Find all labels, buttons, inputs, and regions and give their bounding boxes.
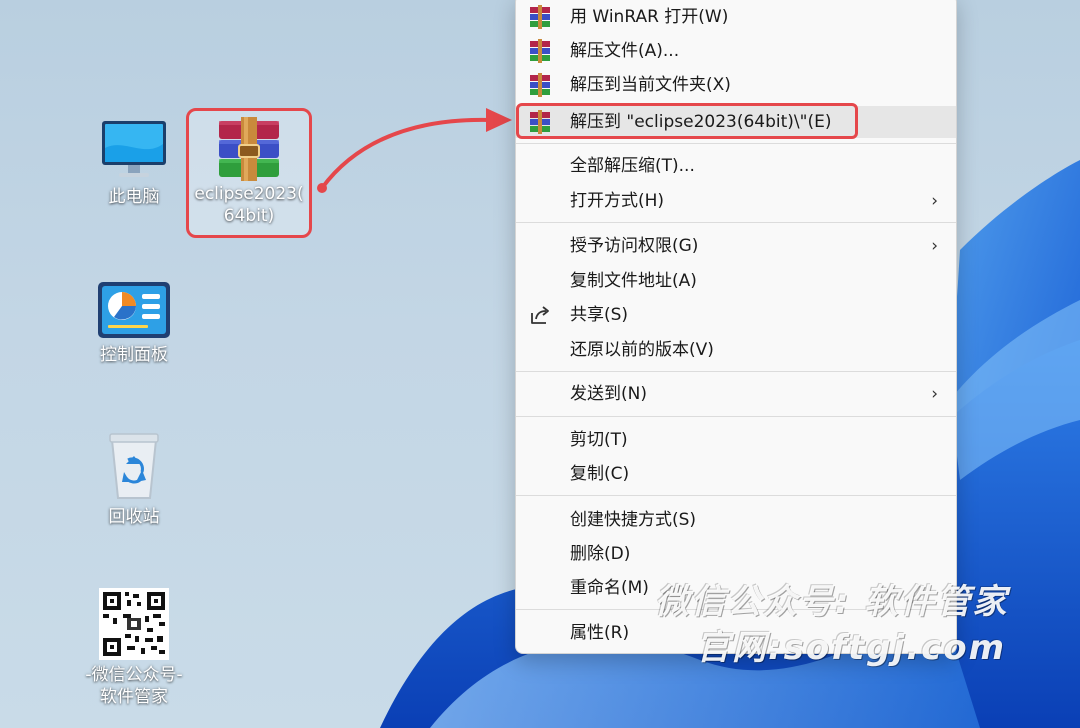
menu-item-label: 授予访问权限(G)	[570, 236, 699, 256]
share-icon	[531, 306, 549, 324]
winrar-icon	[530, 39, 550, 63]
menu-item-label: 打开方式(H)	[570, 191, 665, 211]
menu-item-open-with[interactable]: 打开方式(H) ›	[516, 185, 956, 217]
menu-separator	[516, 143, 956, 144]
highlight-box	[516, 103, 858, 139]
menu-item-label: 属性(R)	[570, 623, 630, 643]
menu-item-label: 还原以前的版本(V)	[570, 340, 714, 360]
menu-item-restore-versions[interactable]: 还原以前的版本(V)	[516, 334, 956, 366]
menu-item-create-shortcut[interactable]: 创建快捷方式(S)	[516, 504, 956, 536]
chevron-right-icon: ›	[931, 384, 938, 404]
menu-item-cut[interactable]: 剪切(T)	[516, 424, 956, 456]
menu-item-label: 复制文件地址(A)	[570, 271, 697, 291]
menu-item-extract-here[interactable]: 解压到当前文件夹(X)	[516, 69, 956, 101]
menu-item-share[interactable]: 共享(S)	[516, 299, 956, 331]
chevron-right-icon: ›	[931, 191, 938, 211]
menu-separator	[516, 371, 956, 372]
context-menu: 用 WinRAR 打开(W) 解压文件(A)... 解压到当前文件夹(X) 解压…	[515, 0, 957, 654]
chevron-right-icon: ›	[931, 236, 938, 256]
menu-item-extract-all[interactable]: 全部解压缩(T)...	[516, 150, 956, 182]
menu-item-label: 创建快捷方式(S)	[570, 510, 697, 530]
menu-item-label: 删除(D)	[570, 544, 631, 564]
menu-item-extract-files[interactable]: 解压文件(A)...	[516, 35, 956, 67]
desktop: 此电脑 eclipse2023( 64bit) 控制面板 回收站 -微信公众号-…	[0, 0, 1080, 728]
watermark-wechat: 微信公众号: 软件管家	[655, 582, 1009, 622]
menu-item-label: 用 WinRAR 打开(W)	[570, 7, 729, 27]
menu-item-give-access[interactable]: 授予访问权限(G) ›	[516, 230, 956, 262]
menu-separator	[516, 495, 956, 496]
watermark-website: 官网:softgj.com	[696, 628, 1007, 668]
menu-item-label: 剪切(T)	[570, 430, 628, 450]
menu-item-send-to[interactable]: 发送到(N) ›	[516, 378, 956, 410]
menu-item-copy-path[interactable]: 复制文件地址(A)	[516, 265, 956, 297]
menu-item-label: 发送到(N)	[570, 384, 647, 404]
menu-item-copy[interactable]: 复制(C)	[516, 458, 956, 490]
menu-item-label: 解压到当前文件夹(X)	[570, 75, 731, 95]
winrar-icon	[530, 73, 550, 97]
menu-item-open-with-winrar[interactable]: 用 WinRAR 打开(W)	[516, 1, 956, 33]
menu-separator	[516, 222, 956, 223]
menu-item-delete[interactable]: 删除(D)	[516, 538, 956, 570]
menu-item-label: 解压文件(A)...	[570, 41, 680, 61]
menu-item-label: 重命名(M)	[570, 578, 649, 598]
menu-separator	[516, 416, 956, 417]
menu-item-label: 全部解压缩(T)...	[570, 156, 695, 176]
winrar-icon	[530, 5, 550, 29]
menu-item-label: 复制(C)	[570, 464, 630, 484]
menu-item-label: 共享(S)	[570, 305, 629, 325]
